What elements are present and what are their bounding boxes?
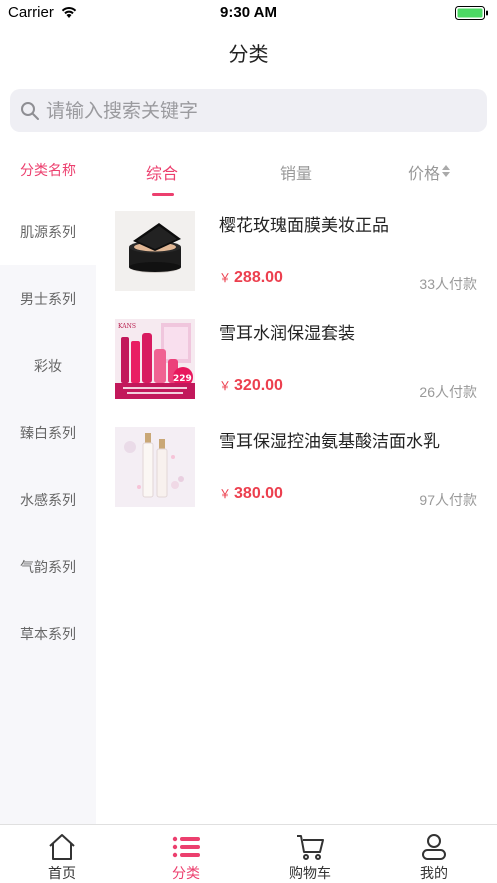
search-icon — [21, 102, 39, 120]
sales-count: 26人付款 — [419, 384, 477, 400]
tab-home-label: 首页 — [48, 865, 76, 881]
sort-arrows-icon[interactable] — [441, 164, 451, 178]
page-title: 分类 — [228, 44, 269, 66]
status-time: 9:30 AM — [220, 4, 277, 21]
sidebar-item-hydration[interactable]: 水感系列 — [0, 466, 96, 533]
tab-price[interactable]: 价格 — [408, 160, 440, 184]
sidebar-header: 分类名称 — [0, 142, 96, 198]
product-image[interactable]: 229 KANS — [115, 319, 195, 399]
price-value: 320.00 — [234, 377, 283, 394]
brand-label: KANS — [118, 323, 136, 330]
product-image[interactable] — [115, 211, 195, 291]
currency-symbol: ￥ — [219, 379, 232, 393]
sidebar-item-makeup[interactable]: 彩妆 — [0, 332, 96, 399]
status-bar: Carrier 9:30 AM — [0, 0, 497, 26]
sidebar-item-whitening[interactable]: 臻白系列 — [0, 399, 96, 466]
price-value: 288.00 — [234, 269, 283, 286]
product-price: ￥ 380.00 — [219, 485, 283, 503]
product-name: 雪耳水润保湿套装 — [219, 324, 355, 343]
cart-icon — [297, 835, 324, 860]
tab-cart-label: 购物车 — [289, 865, 331, 881]
active-tab-indicator — [152, 193, 174, 196]
sidebar-item-qiyun[interactable]: 气韵系列 — [0, 533, 96, 600]
product-image[interactable] — [115, 427, 195, 507]
product-name: 樱花玫瑰面膜美妆正品 — [219, 216, 389, 235]
tab-profile-label: 我的 — [420, 865, 448, 881]
category-sidebar: 分类名称 肌源系列 男士系列 彩妆 臻白系列 水感系列 气韵系列 草本系列 — [0, 142, 96, 824]
tab-profile[interactable]: 我的 — [372, 825, 496, 883]
search-input[interactable] — [46, 89, 476, 132]
price-value: 380.00 — [234, 485, 283, 502]
currency-symbol: ￥ — [219, 487, 232, 501]
product-item[interactable]: 樱花玫瑰面膜美妆正品 ￥ 288.00 33人付款 — [96, 211, 497, 318]
product-price: ￥ 320.00 — [219, 377, 283, 395]
sidebar-item-jiyuan[interactable]: 肌源系列 — [0, 198, 96, 265]
tab-category[interactable]: 分类 — [124, 825, 248, 883]
product-name: 雪耳保湿控油氨基酸洁面水乳 — [219, 432, 440, 451]
tab-home[interactable]: 首页 — [0, 825, 124, 883]
sales-count: 97人付款 — [419, 492, 477, 508]
tab-category-label: 分类 — [172, 865, 200, 881]
tab-sales[interactable]: 销量 — [280, 160, 312, 184]
list-icon — [172, 836, 200, 858]
tab-comprehensive[interactable]: 综合 — [146, 160, 178, 184]
user-icon — [422, 834, 446, 860]
sort-tabs: 综合 销量 价格 — [96, 142, 497, 198]
sidebar-item-herbal[interactable]: 草本系列 — [0, 600, 96, 667]
bottom-tab-bar: 首页 分类 购物车 我的 — [0, 824, 497, 883]
battery-icon — [455, 6, 488, 20]
tab-cart[interactable]: 购物车 — [248, 825, 372, 883]
currency-symbol: ￥ — [219, 271, 232, 285]
sales-count: 33人付款 — [419, 276, 477, 292]
sidebar-item-men[interactable]: 男士系列 — [0, 265, 96, 332]
promo-price-badge: 229 — [173, 374, 192, 384]
search-bar[interactable] — [10, 89, 487, 132]
product-price: ￥ 288.00 — [219, 269, 283, 287]
home-icon — [49, 834, 75, 860]
product-item[interactable]: 雪耳保湿控油氨基酸洁面水乳 ￥ 380.00 97人付款 — [96, 427, 497, 534]
product-item[interactable]: 229 KANS 雪耳水润保湿套装 ￥ 320.00 26人付款 — [96, 319, 497, 426]
